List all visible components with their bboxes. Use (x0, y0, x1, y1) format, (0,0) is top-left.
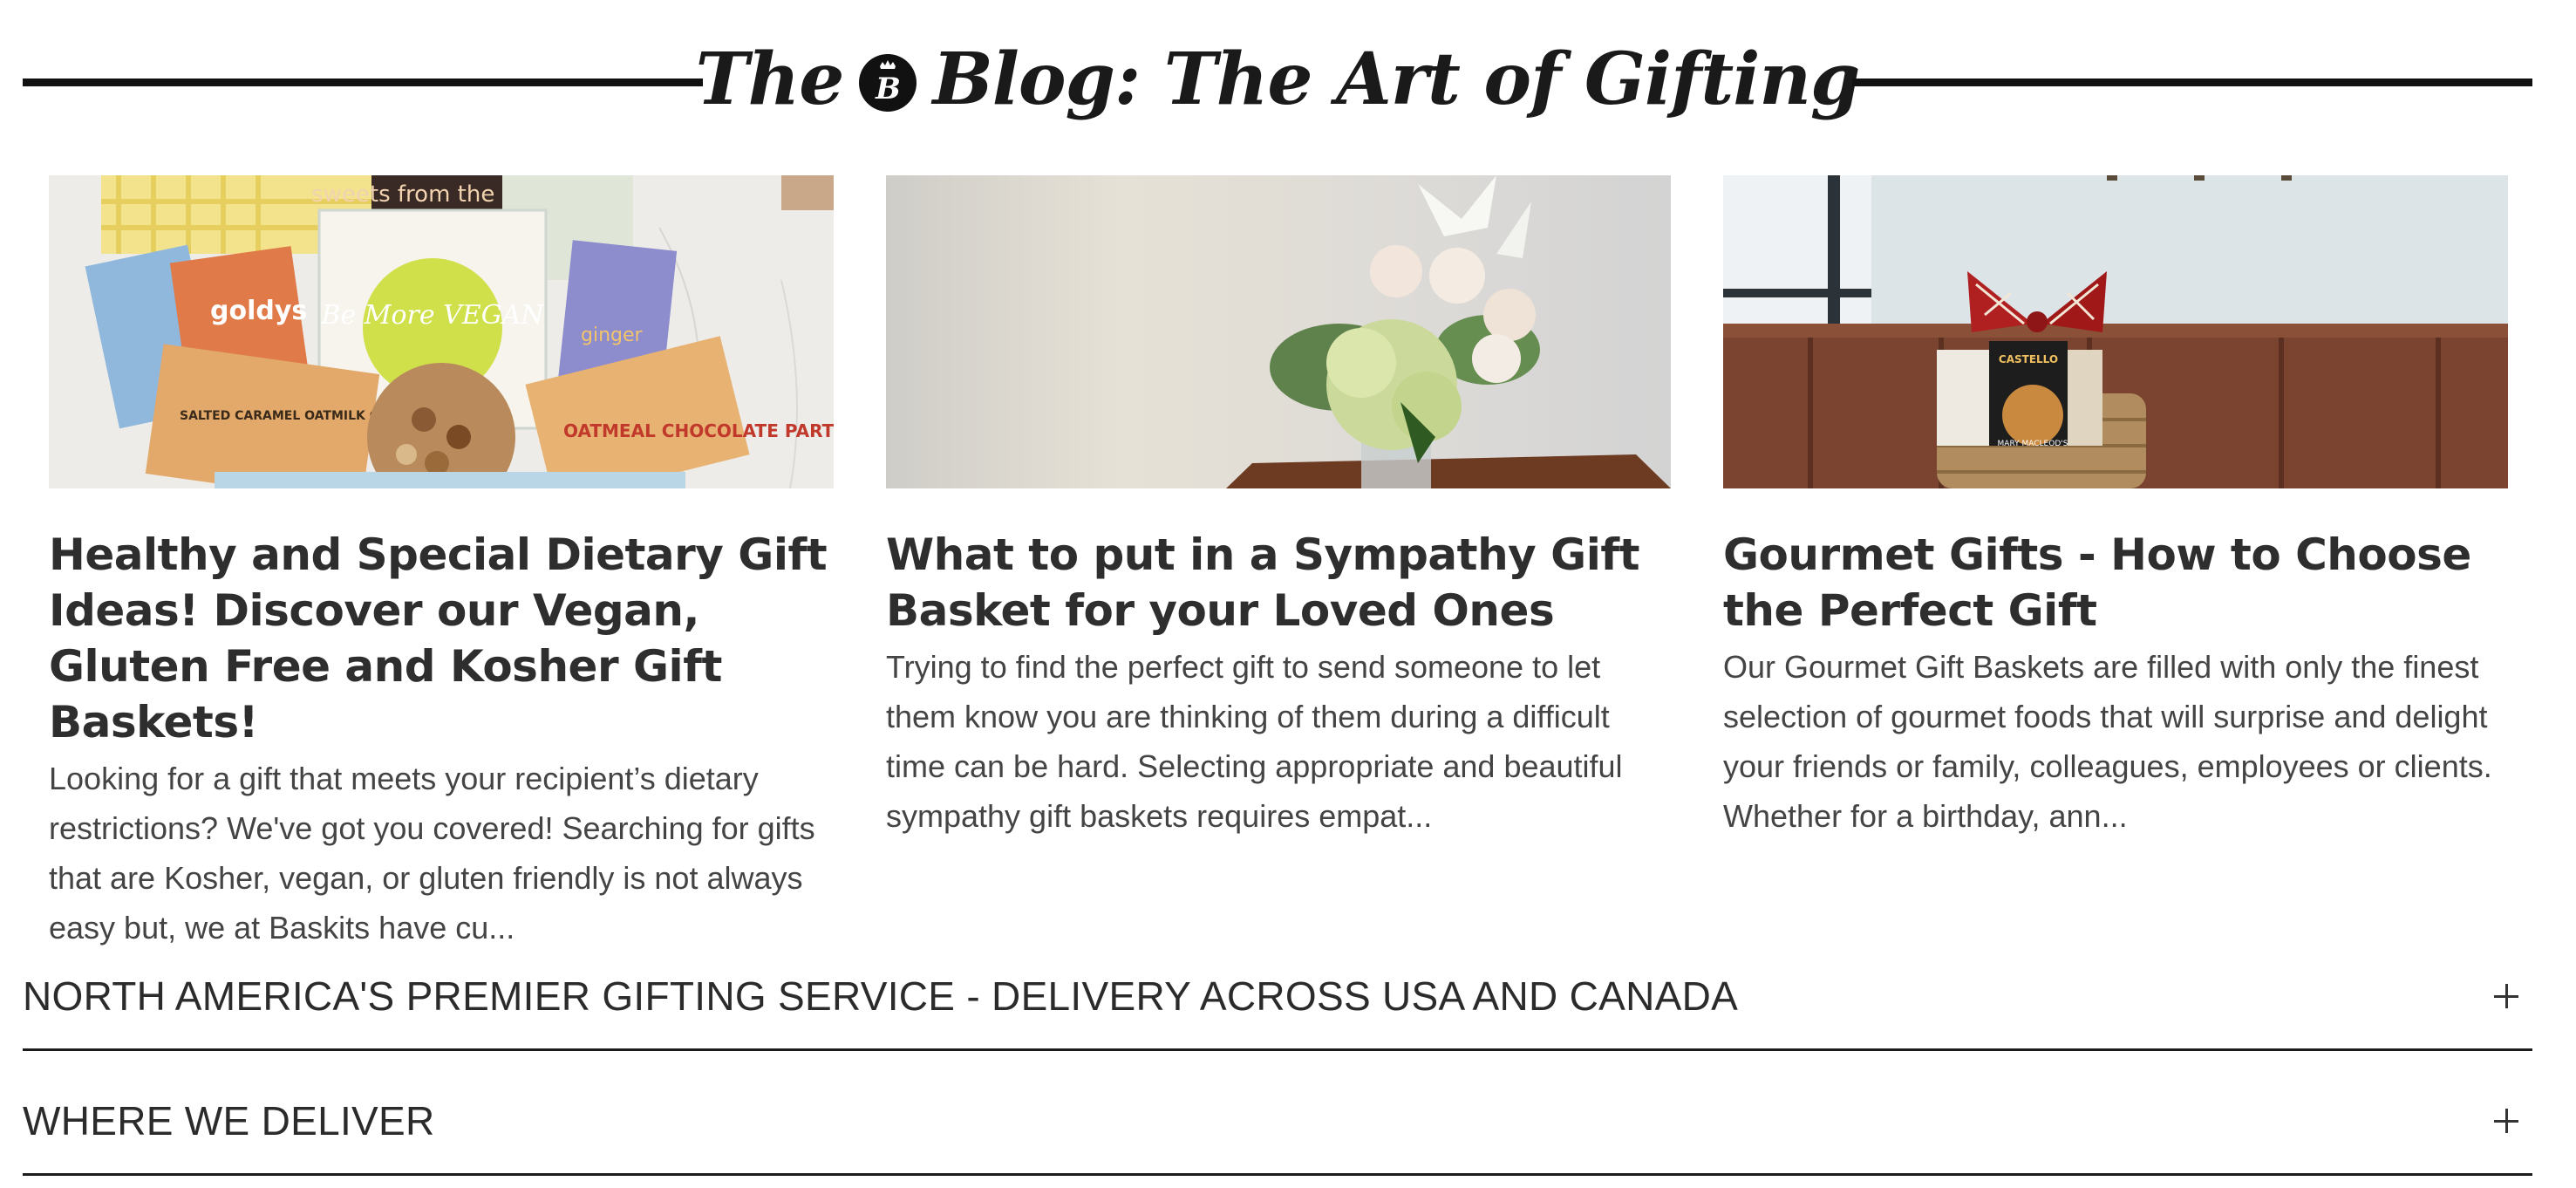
blog-header: The B Blog: The Art of Gifting (0, 0, 2576, 157)
svg-text:MARY MACLEOD'S: MARY MACLEOD'S (1998, 440, 2068, 448)
blog-post-image-sympathy-flowers[interactable] (886, 175, 1671, 488)
svg-text:ginger: ginger (581, 324, 644, 346)
blog-title-suffix: Blog: The Art of Gifting (932, 38, 1860, 121)
heading-rule-right (1852, 79, 2532, 86)
blog-title: The B Blog: The Art of Gifting (696, 23, 1861, 136)
blog-post-image-vegan-gift-basket[interactable]: sweets from the earth goldys Be More VEG… (49, 175, 834, 488)
blog-post-card[interactable]: sweets from the earth goldys Be More VEG… (49, 175, 834, 952)
plus-icon[interactable] (2489, 1103, 2524, 1138)
svg-text:Be More VEGAN: Be More VEGAN (320, 300, 545, 331)
blog-title-prefix: The (695, 38, 845, 121)
blog-post-title[interactable]: What to put in a Sympathy Gift Basket fo… (886, 527, 1671, 638)
svg-text:OATMEAL CHOCOLATE PARTY!: OATMEAL CHOCOLATE PARTY! (563, 420, 834, 441)
accordion-label: NORTH AMERICA'S PREMIER GIFTING SERVICE … (23, 973, 1739, 1019)
accordion-where-we-deliver[interactable]: WHERE WE DELIVER (23, 1051, 2532, 1176)
accordion-label: WHERE WE DELIVER (23, 1098, 435, 1144)
blog-post-grid: sweets from the earth goldys Be More VEG… (49, 175, 2508, 952)
blog-post-card[interactable]: CASTELLO MARY MACLEOD'S Gourmet Gifts - … (1723, 175, 2508, 952)
blog-post-title[interactable]: Gourmet Gifts - How to Choose the Perfec… (1723, 527, 2508, 638)
accordion-premier-gifting-service[interactable]: NORTH AMERICA'S PREMIER GIFTING SERVICE … (23, 926, 2532, 1051)
blog-post-card[interactable]: What to put in a Sympathy Gift Basket fo… (886, 175, 1671, 952)
blog-post-excerpt: Our Gourmet Gift Baskets are filled with… (1723, 649, 2492, 834)
svg-text:CASTELLO: CASTELLO (1999, 353, 2058, 365)
heading-rule-left (23, 79, 703, 86)
baskits-logo-icon: B (859, 54, 917, 112)
blog-post-excerpt: Trying to find the perfect gift to send … (886, 649, 1623, 834)
blog-post-image-gourmet-basket[interactable]: CASTELLO MARY MACLEOD'S (1723, 175, 2508, 488)
svg-text:goldys: goldys (210, 296, 307, 326)
svg-text:B: B (876, 72, 901, 106)
plus-icon[interactable] (2489, 979, 2524, 1014)
blog-post-excerpt: Looking for a gift that meets your recip… (49, 761, 815, 946)
blog-post-title[interactable]: Healthy and Special Dietary Gift Ideas! … (49, 527, 834, 750)
